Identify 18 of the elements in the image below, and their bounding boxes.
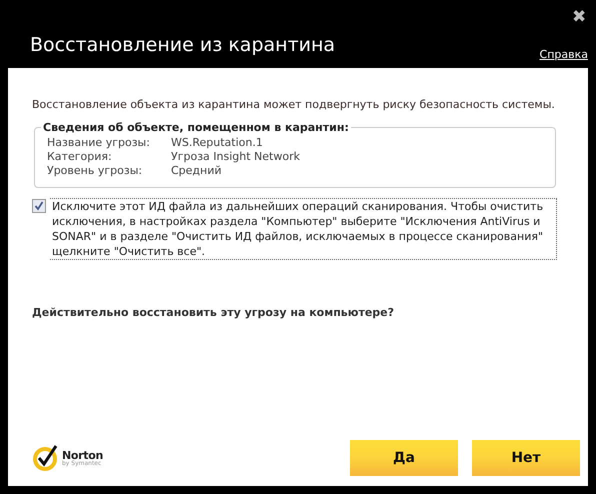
- detail-label: Уровень угрозы:: [47, 164, 144, 177]
- detail-label: Категория:: [47, 150, 113, 163]
- checkmark-logo-icon: [32, 444, 60, 472]
- logo-name: Norton: [62, 450, 104, 460]
- close-button[interactable]: ✖: [570, 6, 588, 27]
- group-title: Сведения об объекте, помещенном в карантин:: [42, 121, 350, 134]
- warning-text: Восстановление объекта из карантина может подвергнуть риску безопасность системы.: [32, 98, 556, 111]
- checkbox-label[interactable]: Исключите этот ИД файла из дальнейших операций сканирования. Чтобы очистить исключения, в настройках раздела "Компьютер" выберите "Исключения AntiVirus и SONAR" и в разделе "Очистить ИД файлов, исключаемых в процессе сканирования" щелкните "Очистить все".: [50, 198, 557, 260]
- detail-value: WS.Reputation.1: [171, 136, 264, 149]
- dialog-button[interactable]: Нет: [472, 440, 580, 476]
- help-link[interactable]: Справка: [540, 48, 588, 68]
- checkbox[interactable]: [32, 199, 46, 213]
- dialog-button[interactable]: Да: [350, 440, 458, 476]
- detail-value: Средний: [171, 164, 223, 177]
- detail-label: Название угрозы:: [47, 136, 151, 149]
- window-title: Восстановление из карантина: [29, 34, 336, 58]
- detail-value: Угроза Insight Network: [171, 150, 301, 163]
- question-text: Действительно восстановить эту угрозу на компьютере?: [32, 306, 396, 319]
